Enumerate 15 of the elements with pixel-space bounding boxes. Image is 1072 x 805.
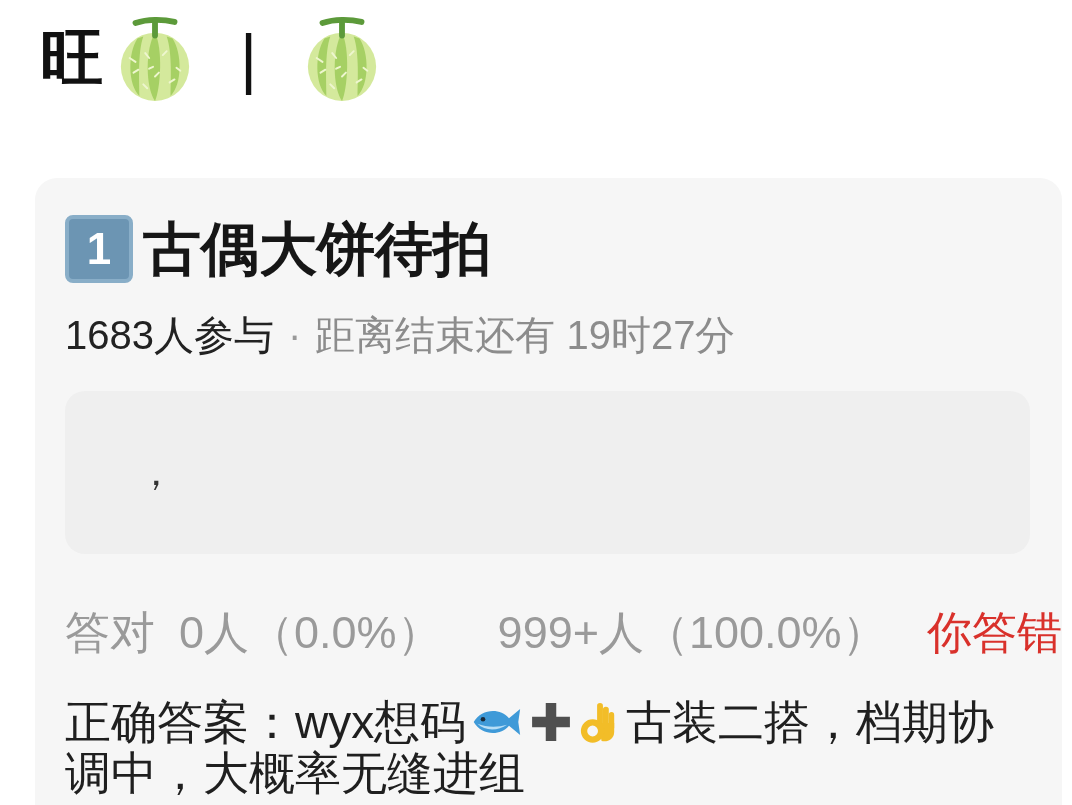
separator-dot: · [288,314,302,356]
stat-value: 999+人（100.0%） [497,610,887,656]
answer-text: 古装二搭，档期协 [626,696,995,748]
stat-label: 答对 [65,610,155,656]
stat-value: 0人（0.0%） [179,610,442,656]
answer-text: 正确答案：wyx想码 [65,696,467,748]
quiz-title: 古偶大饼待拍 [143,220,491,278]
countdown-text: 距离结束还有 19时27分 [315,314,736,356]
number-keycap: 1 [65,215,133,283]
plus-icon [530,701,573,743]
result-text: 你答错 [926,610,1062,656]
page-title: 旺 [40,26,104,90]
answer-box: ， [65,391,1030,554]
participant-count: 1683人参与 [65,314,274,356]
answer-text: 调中，大概率无缝进组 [65,748,525,798]
